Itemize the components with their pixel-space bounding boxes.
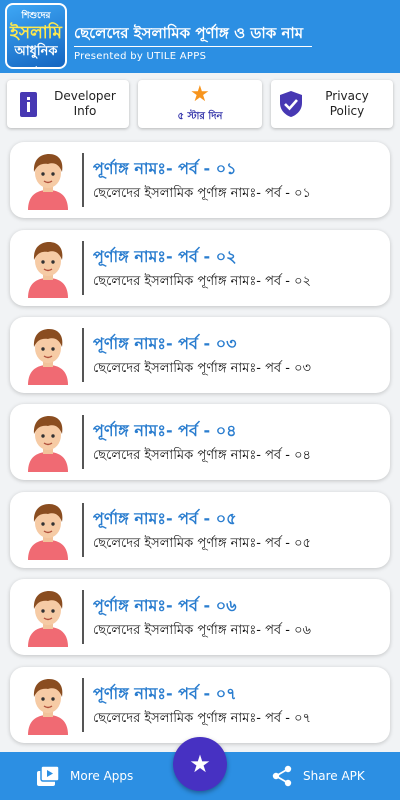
more-apps-label: More Apps xyxy=(70,769,134,783)
header-divider xyxy=(74,46,312,47)
rate-label: ৫ স্টার দিন xyxy=(177,111,223,122)
boy-avatar-icon xyxy=(24,500,72,560)
boy-avatar-icon xyxy=(24,587,72,647)
episode-title: পূর্ণাঙ্গ নামঃ- পর্ব - ০১ xyxy=(93,159,237,178)
privacy-policy-label: Privacy Policy xyxy=(325,89,369,118)
star-icon: ★ xyxy=(190,82,210,107)
developer-info-label: Developer Info xyxy=(54,89,116,118)
episode-title: পূর্ণাঙ্গ নামঃ- পর্ব - ০৬ xyxy=(93,596,237,615)
card-divider xyxy=(82,678,84,732)
episode-card[interactable]: পূর্ণাঙ্গ নামঃ- পর্ব - ০৪ ছেলেদের ইসলামিক… xyxy=(10,404,390,480)
boy-avatar-icon xyxy=(24,238,72,298)
episode-card[interactable]: পূর্ণাঙ্গ নামঃ- পর্ব - ০৩ ছেলেদের ইসলামিক… xyxy=(10,317,390,393)
favorites-fab-button[interactable]: ★ xyxy=(173,737,227,791)
card-divider xyxy=(82,590,84,644)
boy-avatar-icon xyxy=(24,325,72,385)
episode-card[interactable]: পূর্ণাঙ্গ নামঃ- পর্ব - ০২ ছেলেদের ইসলামিক… xyxy=(10,230,390,306)
boy-avatar-icon xyxy=(24,150,72,210)
episode-subtitle: ছেলেদের ইসলামিক পূর্ণাঙ্গ নামঃ- পর্ব - ০… xyxy=(93,536,311,551)
developer-info-button[interactable]: Developer Info xyxy=(7,80,129,128)
card-divider xyxy=(82,241,84,295)
logo-text-sub: আধুনিক নাম xyxy=(14,44,58,67)
privacy-policy-button[interactable]: Privacy Policy xyxy=(271,80,393,128)
episode-subtitle: ছেলেদের ইসলামিক পূর্ণাঙ্গ নামঃ- পর্ব - ০… xyxy=(93,186,311,201)
share-icon xyxy=(272,765,292,787)
episode-subtitle: ছেলেদের ইসলামিক পূর্ণাঙ্গ নামঃ- পর্ব - ০… xyxy=(93,623,312,638)
episode-subtitle: ছেলেদের ইসলামিক পূর্ণাঙ্গ নামঃ- পর্ব - ০… xyxy=(93,274,312,289)
star-icon: ★ xyxy=(189,750,211,778)
card-divider xyxy=(82,328,84,382)
episode-title: পূর্ণাঙ্গ নামঃ- পর্ব - ০৩ xyxy=(93,334,237,353)
episode-title: পূর্ণাঙ্গ নামঃ- পর্ব - ০৭ xyxy=(93,684,237,703)
episode-subtitle: ছেলেদের ইসলামিক পূর্ণাঙ্গ নামঃ- পর্ব - ০… xyxy=(93,448,311,463)
episode-card[interactable]: পূর্ণাঙ্গ নামঃ- পর্ব - ০৬ ছেলেদের ইসলামিক… xyxy=(10,579,390,655)
episode-title: পূর্ণাঙ্গ নামঃ- পর্ব - ০২ xyxy=(93,247,237,266)
episode-subtitle: ছেলেদের ইসলামিক পূর্ণাঙ্গ নামঃ- পর্ব - ০… xyxy=(93,361,312,376)
episode-card[interactable]: পূর্ণাঙ্গ নামঃ- পর্ব - ০৫ ছেলেদের ইসলামিক… xyxy=(10,492,390,568)
card-divider xyxy=(82,503,84,557)
rate-five-star-button[interactable]: ★ ৫ স্টার দিন xyxy=(138,80,262,128)
share-apk-button[interactable]: Share APK xyxy=(271,752,365,800)
card-divider xyxy=(82,153,84,207)
more-apps-button[interactable]: More Apps xyxy=(36,752,133,800)
share-apk-label: Share APK xyxy=(303,769,365,783)
info-icon xyxy=(20,92,37,117)
episode-subtitle: ছেলেদের ইসলামিক পূর্ণাঙ্গ নামঃ- পর্ব - ০… xyxy=(93,711,312,726)
episode-card[interactable]: পূর্ণাঙ্গ নামঃ- পর্ব - ০৭ ছেলেদের ইসলামিক… xyxy=(10,667,390,743)
episode-card[interactable]: পূর্ণাঙ্গ নামঃ- পর্ব - ০১ ছেলেদের ইসলামিক… xyxy=(10,142,390,218)
app-header: শিশুদের ইসলামি আধুনিক নাম ছেলেদের ইসলামি… xyxy=(0,0,400,73)
card-divider xyxy=(82,415,84,469)
more-apps-icon xyxy=(37,765,60,786)
shield-icon xyxy=(280,91,302,117)
episode-title: পূর্ণাঙ্গ নামঃ- পর্ব - ০৪ xyxy=(93,421,237,440)
page-subtitle: Presented by UTILE APPS xyxy=(74,51,207,62)
episode-title: পূর্ণাঙ্গ নামঃ- পর্ব - ০৫ xyxy=(93,509,237,528)
boy-avatar-icon xyxy=(24,412,72,472)
boy-avatar-icon xyxy=(24,675,72,735)
app-logo: শিশুদের ইসলামি আধুনিক নাম xyxy=(5,3,67,69)
page-title: ছেলেদের ইসলামিক পূর্ণাঙ্গ ও ডাক নাম xyxy=(74,24,304,42)
